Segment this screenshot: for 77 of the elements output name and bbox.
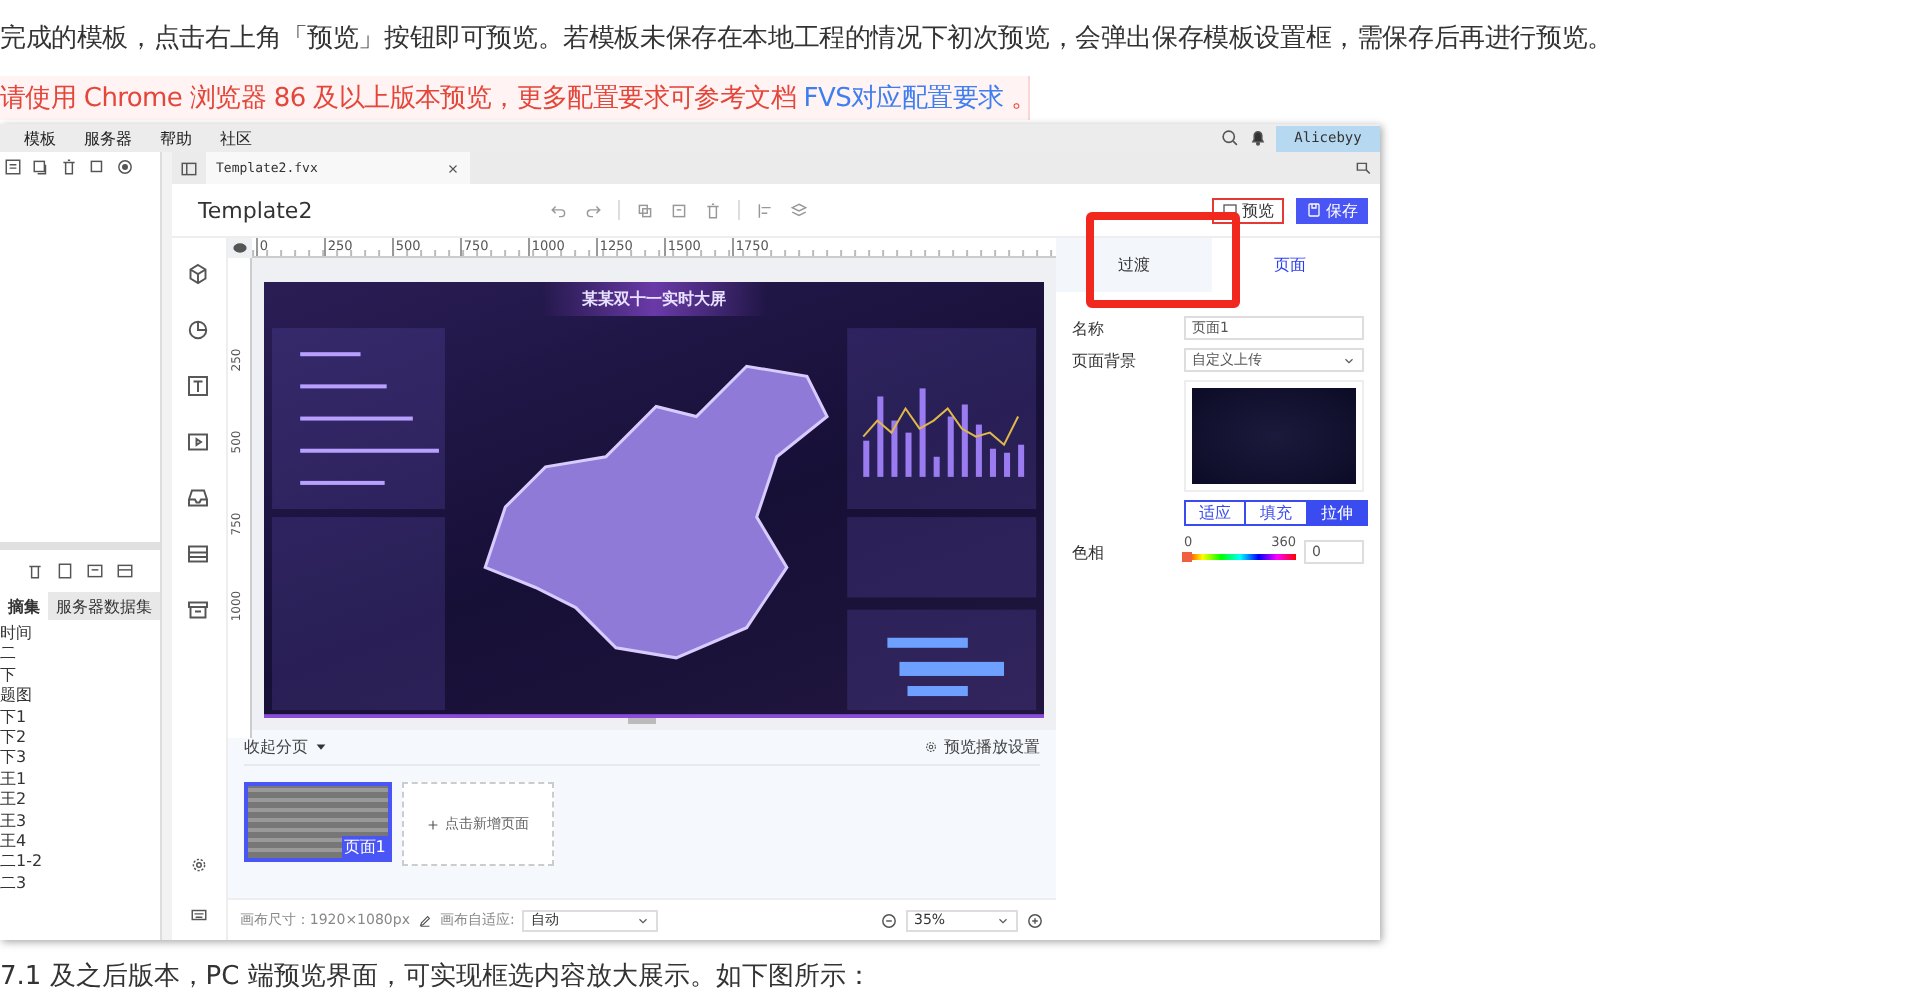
keyboard-icon[interactable] xyxy=(189,906,208,924)
archive-icon[interactable] xyxy=(186,598,211,622)
zoom-out-icon[interactable] xyxy=(880,911,898,929)
target-icon[interactable] xyxy=(116,158,134,176)
align-icon[interactable] xyxy=(756,201,774,219)
undo-icon[interactable] xyxy=(550,201,568,219)
page-thumbnail[interactable]: 页面1 xyxy=(243,782,392,862)
menu-item[interactable]: 服务器 xyxy=(84,127,132,149)
list-icon[interactable] xyxy=(4,158,22,176)
fit-option[interactable]: 适应 xyxy=(1186,502,1247,524)
close-icon[interactable] xyxy=(446,161,460,175)
table-icon[interactable] xyxy=(186,542,211,566)
panel-tab[interactable]: 过渡 xyxy=(1056,238,1212,292)
page-label: 页面1 xyxy=(341,836,388,858)
copy-icon[interactable] xyxy=(32,158,50,176)
dataset-item[interactable]: 二 xyxy=(0,644,160,666)
chevron-icon xyxy=(996,913,1010,927)
bell-icon[interactable] xyxy=(1248,128,1268,148)
notice-text: 请使用 Chrome 浏览器 86 及以上版本预览，更多配置要求可参考文档 FVS对应配置要求 。 xyxy=(0,82,1037,116)
dataset-item[interactable]: 王4 xyxy=(0,832,160,853)
menu-item[interactable]: 模板 xyxy=(24,127,56,149)
chevron-icon xyxy=(636,913,651,927)
field-label: 名称 xyxy=(1072,317,1106,339)
video-icon[interactable] xyxy=(186,430,211,454)
cube-icon[interactable] xyxy=(186,262,211,286)
layers-icon[interactable] xyxy=(790,201,808,219)
dataset-item[interactable]: 时间 xyxy=(0,624,160,645)
paste-icon[interactable] xyxy=(670,201,688,219)
settings-icon[interactable] xyxy=(189,856,208,874)
delete-icon[interactable] xyxy=(26,562,44,580)
dataset-item[interactable]: 王1 xyxy=(0,769,160,791)
collapse-pages-toggle[interactable]: 收起分页 xyxy=(243,736,328,758)
panel-tab[interactable]: 页面 xyxy=(1212,238,1368,292)
field-label: 色相 xyxy=(1072,542,1106,564)
inbox-icon[interactable] xyxy=(186,486,211,510)
scrollbar[interactable] xyxy=(627,718,656,724)
dataset-item[interactable]: 王2 xyxy=(0,790,160,812)
grid-icon[interactable] xyxy=(116,562,134,580)
dataset-item[interactable]: 二1-2 xyxy=(0,852,160,874)
square-icon[interactable] xyxy=(88,158,106,176)
chevron-icon xyxy=(1342,353,1356,367)
panel-icon[interactable] xyxy=(180,159,198,177)
menu-item[interactable]: 社区 xyxy=(220,127,252,149)
fit-option[interactable]: 拉伸 xyxy=(1307,502,1366,524)
search-icon[interactable] xyxy=(1220,128,1240,148)
save-button[interactable]: 保存 xyxy=(1296,197,1368,223)
edit-icon[interactable] xyxy=(417,913,432,927)
doc-link[interactable]: FVS对应配置要求 xyxy=(803,84,1004,114)
dataset-item[interactable]: 王3 xyxy=(0,811,160,833)
table-icon[interactable] xyxy=(86,562,104,580)
paragraph: 完成的模板，点击右上角「预览」按钮即可预览。若模板未保存在本地工程的情况下初次预览，会弹出保存模板设置框，需保存后再进行预览。 xyxy=(0,22,1615,58)
template-title: Template2 xyxy=(198,197,315,223)
menu-item[interactable]: 帮助 xyxy=(160,127,192,149)
dataset-item[interactable]: 下1 xyxy=(0,707,160,729)
slider-thumb[interactable] xyxy=(1182,552,1192,562)
hue-slider[interactable] xyxy=(1184,554,1296,560)
paragraph: 7.1 及之后版本，PC 端预览界面，可实现框选内容放大展示。如下图所示： xyxy=(0,960,874,992)
dataset-item[interactable]: 下3 xyxy=(0,748,160,770)
zoom-in-icon[interactable] xyxy=(1026,911,1044,929)
settings-icon xyxy=(924,740,938,754)
caret-icon xyxy=(313,740,328,754)
preview-settings-link[interactable]: 预览播放设置 xyxy=(924,736,1040,758)
plus-icon xyxy=(426,817,441,831)
redo-icon[interactable] xyxy=(584,201,602,219)
dataset-tab[interactable]: 服务器数据集 xyxy=(48,592,160,620)
dataset-item[interactable]: 下 xyxy=(0,665,160,687)
dashboard-title: 某某双十一实时大屏 xyxy=(541,282,766,316)
delete-icon[interactable] xyxy=(60,158,78,176)
pie-icon[interactable] xyxy=(186,318,211,342)
text-icon[interactable] xyxy=(186,374,211,398)
dataset-item[interactable]: 下2 xyxy=(0,728,160,749)
dataset-item[interactable]: 二3 xyxy=(0,873,160,895)
dataset-item[interactable]: 题图 xyxy=(0,686,160,708)
document-icon[interactable] xyxy=(56,562,74,580)
eye-icon[interactable] xyxy=(231,240,248,256)
field-label: 页面背景 xyxy=(1072,349,1138,371)
monitor-icon xyxy=(1222,202,1238,218)
